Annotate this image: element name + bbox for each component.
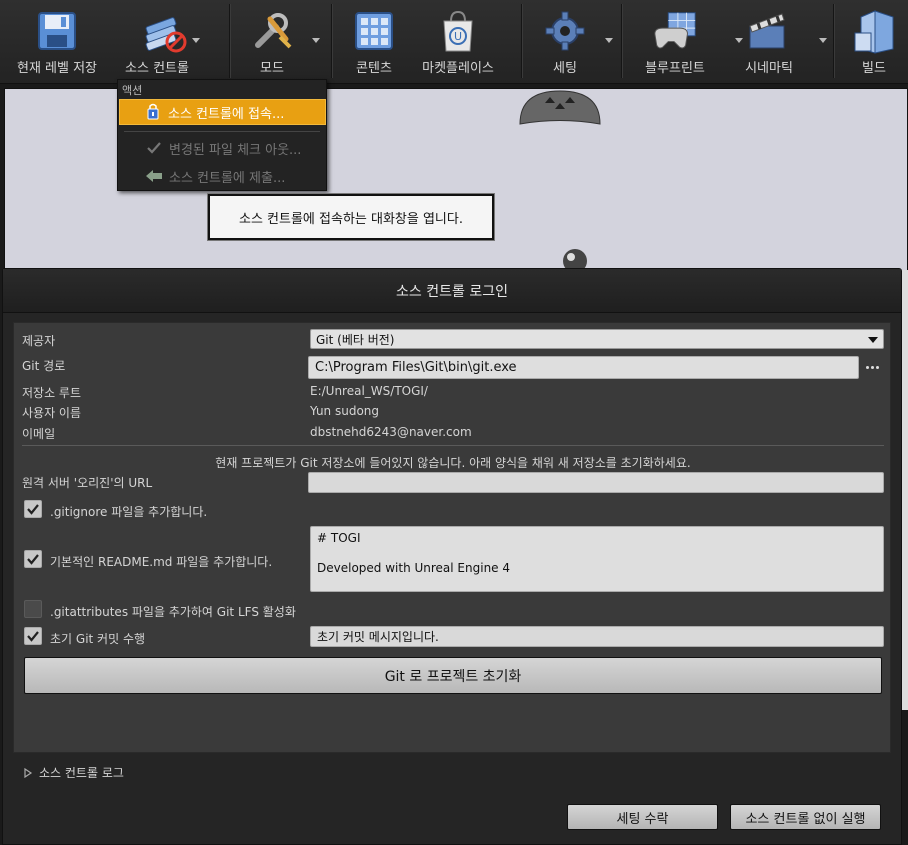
readme-textarea[interactable]: # TOGI Developed with Unreal Engine 4 <box>310 526 884 592</box>
log-label: 소스 컨트롤 로그 <box>39 766 124 780</box>
tooltip: 소스 컨트롤에 접속하는 대화창을 엽니다. <box>207 193 495 241</box>
toolbar-label: 소스 컨트롤 <box>125 61 189 76</box>
source-control-button[interactable]: 소스 컨트롤 <box>112 0 216 80</box>
menu-item-label: 소스 컨트롤에 접속... <box>168 106 285 122</box>
gitignore-label: .gitignore 파일을 추가합니다. <box>50 505 208 519</box>
git-path-value: C:\Program Files\Git\bin\git.exe <box>315 360 517 375</box>
gitattributes-label: .gitattributes 파일을 추가하여 Git LFS 활성화 <box>50 605 296 619</box>
save-current-level-button[interactable]: 현재 레벨 저장 <box>6 0 108 80</box>
source-control-log-toggle[interactable]: 소스 컨트롤 로그 <box>23 764 124 781</box>
git-path-label: Git 경로 <box>22 359 66 373</box>
submit-arrow-icon <box>145 167 163 185</box>
content-button[interactable]: 콘텐츠 <box>338 0 410 80</box>
content-icon <box>350 6 398 56</box>
ellipsis-icon <box>871 365 874 369</box>
build-icon <box>850 6 898 56</box>
modes-icon <box>248 6 320 56</box>
toolbar-label: 현재 레벨 저장 <box>16 61 98 76</box>
menu-divider <box>124 131 320 132</box>
dropdown-arrow-icon <box>312 38 320 43</box>
menu-item-label: 소스 컨트롤에 제출... <box>169 170 286 186</box>
dropdown-arrow-icon <box>819 38 827 43</box>
git-path-input[interactable]: C:\Program Files\Git\bin\git.exe <box>308 356 859 379</box>
menu-item-connect[interactable]: 소스 컨트롤에 접속... <box>119 99 326 125</box>
gitattributes-checkbox[interactable] <box>24 600 42 618</box>
toolbar-label: 모드 <box>260 61 284 76</box>
chevron-down-icon <box>868 337 878 343</box>
cinematics-icon <box>745 6 827 56</box>
settings-icon <box>541 6 613 56</box>
initialize-git-button[interactable]: Git 로 프로젝트 초기화 <box>24 657 882 694</box>
dialog-body: 제공자 Git (베타 버전) Git 경로 C:\Program Files\… <box>13 322 891 753</box>
email-value: dbstnehd6243@naver.com <box>310 425 472 439</box>
modes-button[interactable]: 모드 <box>236 0 320 80</box>
readme-line: Developed with Unreal Engine 4 <box>317 561 511 575</box>
accept-settings-button[interactable]: 세팅 수락 <box>567 804 718 830</box>
gitignore-checkbox[interactable] <box>24 500 42 518</box>
toolbar-label: 시네마틱 <box>745 61 793 76</box>
cinematics-button[interactable]: 시네마틱 <box>728 0 827 80</box>
remote-url-label: 원격 서버 '오리진'의 URL <box>22 476 153 490</box>
svg-text:U: U <box>454 30 462 43</box>
run-without-source-control-button[interactable]: 소스 컨트롤 없이 실행 <box>730 804 881 830</box>
provider-select[interactable]: Git (베타 버전) <box>310 329 884 349</box>
blueprints-button[interactable]: 블루프린트 <box>628 0 743 80</box>
blueprint-icon <box>651 6 743 56</box>
not-a-repo-notice: 현재 프로젝트가 Git 저장소에 들어있지 않습니다. 아래 양식을 채워 새… <box>215 456 691 470</box>
email-label: 이메일 <box>22 427 56 441</box>
checkmark-icon <box>27 631 39 642</box>
build-button[interactable]: 빌드 <box>840 0 908 80</box>
connect-icon <box>144 103 162 121</box>
readme-label: 기본적인 README.md 파일을 추가합니다. <box>50 555 273 569</box>
menu-item-label: 변경된 파일 체크 아웃... <box>169 142 302 158</box>
toolbar-separator <box>229 4 230 78</box>
dropdown-arrow-icon <box>605 38 613 43</box>
dialog-title: 소스 컨트롤 로그인 <box>3 269 901 313</box>
ellipsis-icon <box>866 365 869 369</box>
initial-commit-label: 초기 Git 커밋 수행 <box>50 632 146 646</box>
initial-commit-checkbox[interactable] <box>24 627 42 645</box>
repo-root-label: 저장소 루트 <box>22 386 82 400</box>
commit-message-value: 초기 커밋 메시지입니다. <box>317 630 439 644</box>
tooltip-text: 소스 컨트롤에 접속하는 대화창을 엽니다. <box>239 211 463 227</box>
toolbar-separator <box>621 4 622 78</box>
provider-value: Git (베타 버전) <box>316 332 395 347</box>
marketplace-button[interactable]: U 마켓플레이스 <box>410 0 506 80</box>
ellipsis-icon <box>876 365 879 369</box>
toolbar-separator <box>521 4 522 78</box>
readme-line: # TOGI <box>317 531 361 545</box>
readme-checkbox[interactable] <box>24 550 42 568</box>
toolbar-label: 빌드 <box>862 61 886 76</box>
divider <box>22 445 884 446</box>
commit-message-input[interactable]: 초기 커밋 메시지입니다. <box>310 626 884 647</box>
provider-label: 제공자 <box>22 334 56 348</box>
dropdown-arrow-icon <box>192 38 200 43</box>
username-value: Yun sudong <box>310 404 380 418</box>
marketplace-icon: U <box>434 6 482 56</box>
toolbar-separator <box>331 4 332 78</box>
menu-item-checkout[interactable]: 변경된 파일 체크 아웃... <box>119 135 326 161</box>
expand-triangle-icon <box>24 767 33 778</box>
source-control-login-dialog: 소스 컨트롤 로그인 제공자 Git (베타 버전) Git 경로 C:\Pro… <box>2 268 902 845</box>
source-control-icon <box>140 6 200 56</box>
toolbar-label: 블루프린트 <box>645 61 705 76</box>
toolbar-label: 콘텐츠 <box>356 61 392 76</box>
settings-button[interactable]: 세팅 <box>528 0 613 80</box>
browse-path-button[interactable] <box>866 361 882 373</box>
checkmark-icon <box>27 504 39 515</box>
toolbar-label: 세팅 <box>553 61 577 76</box>
menu-item-submit[interactable]: 소스 컨트롤에 제출... <box>119 163 326 189</box>
remote-url-input[interactable] <box>308 472 884 493</box>
toolbar-separator <box>833 4 834 78</box>
toolbar-label: 마켓플레이스 <box>422 61 494 76</box>
checkmark-icon <box>27 554 39 565</box>
menu-section-header: 액션 <box>122 84 143 97</box>
save-icon <box>33 6 81 56</box>
source-control-menu: 액션 소스 컨트롤에 접속... 변경된 파일 체크 아웃... 소스 컨트롤에… <box>117 79 327 191</box>
checkmark-icon <box>145 139 163 157</box>
main-toolbar: 현재 레벨 저장 소스 컨트롤 모드 콘텐츠 U 마켓플레이스 세팅 블루프린트… <box>0 0 908 84</box>
repo-root-value: E:/Unreal_WS/TOGI/ <box>310 384 428 398</box>
username-label: 사용자 이름 <box>22 406 82 420</box>
